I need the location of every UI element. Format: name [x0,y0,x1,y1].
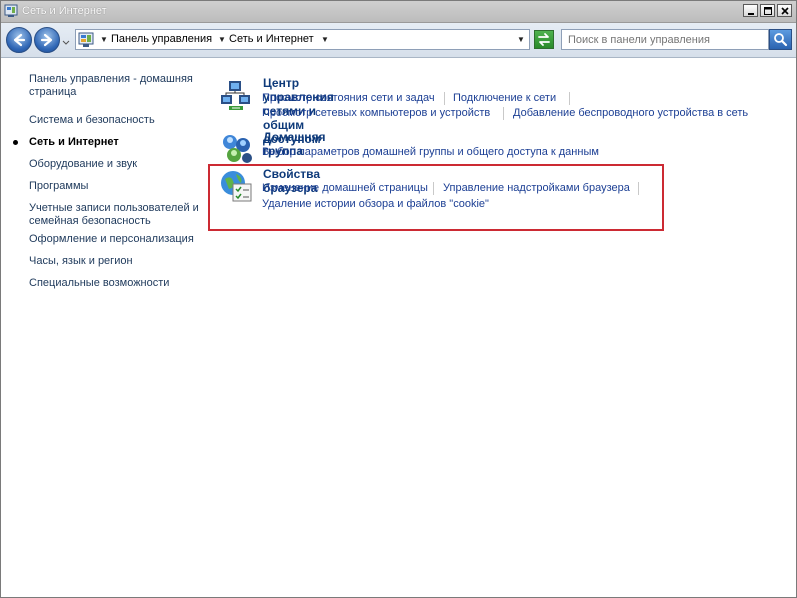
sidebar-item-network-internet: Сеть и Интернет [29,136,119,148]
arrow-left-icon [13,33,26,47]
control-panel-icon [78,32,94,51]
refresh-button[interactable] [534,30,554,49]
search-button[interactable] [769,29,792,50]
sidebar-item-clock-language-region[interactable]: Часы, язык и регион [29,255,199,268]
current-item-bullet-icon [13,140,18,145]
network-center-icon[interactable] [219,79,253,116]
highlight-box [208,164,664,231]
link-separator [444,92,445,105]
address-dropdown-icon[interactable]: ▼ [517,35,525,44]
sidebar-item-appearance[interactable]: Оформление и персонализация [29,233,199,246]
homegroup-icon[interactable] [219,131,253,168]
back-button[interactable] [6,27,32,53]
refresh-icon [538,33,550,46]
link-view-network-computers[interactable]: Просмотр сетевых компьютеров и устройств [262,107,490,119]
control-panel-app-icon [4,4,18,18]
link-separator [569,92,570,105]
sidebar-item-user-accounts[interactable]: Учетные записи пользователей и семейная … [29,202,199,228]
sidebar-item-accessibility[interactable]: Специальные возможности [29,277,199,290]
title-bar[interactable]: Сеть и Интернет [1,1,796,23]
maximize-button[interactable] [760,4,775,17]
breadcrumb-arrow-icon[interactable]: ▼ [218,35,226,44]
minimize-button[interactable] [743,4,758,17]
breadcrumb-control-panel[interactable]: Панель управления [111,33,212,45]
breadcrumb-arrow-icon[interactable]: ▼ [321,35,329,44]
close-button[interactable] [777,4,792,17]
link-view-network-status[interactable]: Просмотр состояния сети и задач [262,92,435,104]
sidebar-item-control-panel-home[interactable]: Панель управления - домашняя страница [29,73,199,99]
control-panel-window: Сеть и Интернет ▼ Панель управления ▼ Се… [0,0,797,598]
navigation-bar: ▼ Панель управления ▼ Сеть и Интернет ▼ … [1,23,796,58]
link-add-wireless-device[interactable]: Добавление беспроводного устройства в се… [513,107,748,119]
sidebar-item-system-security[interactable]: Система и безопасность [29,114,199,127]
forward-button[interactable] [34,27,60,53]
link-separator [503,107,504,120]
search-input[interactable] [562,30,768,49]
link-homegroup-settings[interactable]: Выбор параметров домашней группы и общег… [262,146,599,158]
recent-pages-dropdown[interactable] [62,37,70,49]
window-title: Сеть и Интернет [22,5,107,17]
arrow-right-icon [40,33,53,47]
chevron-down-icon [62,40,70,45]
address-bar[interactable]: ▼ Панель управления ▼ Сеть и Интернет ▼ … [75,29,530,50]
breadcrumb-network-internet[interactable]: Сеть и Интернет [229,33,314,45]
sidebar-item-programs[interactable]: Программы [29,180,199,193]
breadcrumb-arrow-icon[interactable]: ▼ [100,35,108,44]
sidebar-item-hardware-sound[interactable]: Оборудование и звук [29,158,199,171]
link-connect-to-network[interactable]: Подключение к сети [453,92,556,104]
search-icon [774,33,788,47]
search-box[interactable] [561,29,769,50]
